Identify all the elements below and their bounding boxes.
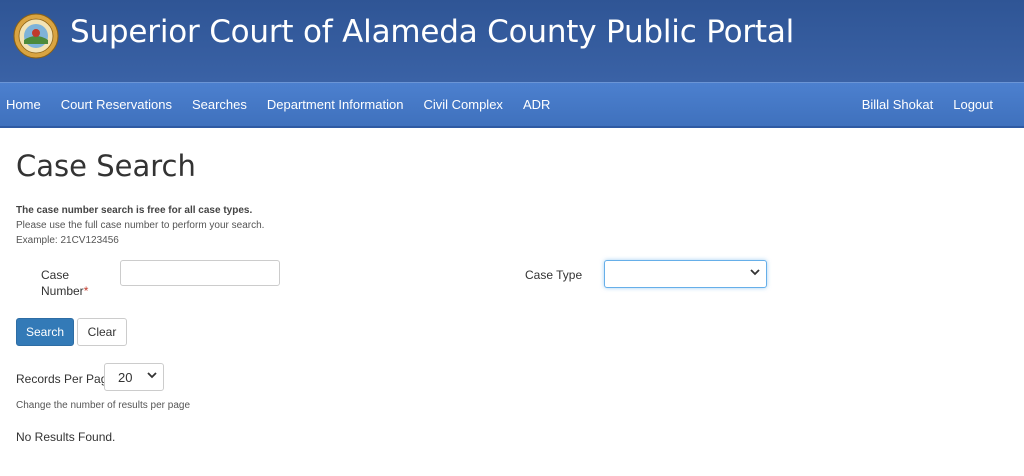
search-button[interactable]: Search [16, 318, 74, 346]
nav-adr[interactable]: ADR [513, 97, 560, 112]
no-results-message: No Results Found. [16, 430, 116, 444]
case-type-select[interactable] [604, 260, 767, 288]
chevron-down-icon [147, 372, 157, 379]
nav-user-name[interactable]: Billal Shokat [852, 97, 944, 112]
site-title: Superior Court of Alameda County Public … [70, 14, 795, 50]
site-header: Superior Court of Alameda County Public … [0, 0, 1024, 82]
clear-button[interactable]: Clear [77, 318, 127, 346]
nav-searches[interactable]: Searches [182, 97, 257, 112]
nav-department-information[interactable]: Department Information [257, 97, 414, 112]
nav-logout[interactable]: Logout [943, 97, 1024, 112]
case-number-label-text: Case Number [41, 268, 84, 298]
required-marker: * [83, 284, 89, 298]
instruction-note: Please use the full case number to perfo… [16, 220, 265, 231]
records-per-page-value: 20 [118, 370, 133, 385]
case-type-label: Case Type [525, 268, 583, 282]
free-search-note: The case number search is free for all c… [16, 205, 253, 216]
case-number-label: Case Number* [41, 267, 101, 299]
page-title: Case Search [16, 149, 196, 183]
nav-home[interactable]: Home [0, 97, 51, 112]
nav-civil-complex[interactable]: Civil Complex [413, 97, 512, 112]
chevron-down-icon [750, 269, 760, 276]
example-note: Example: 21CV123456 [16, 235, 119, 246]
records-per-page-select[interactable]: 20 [104, 363, 164, 391]
county-seal-icon [13, 13, 59, 59]
case-number-input[interactable] [120, 260, 280, 286]
main-navbar: Home Court Reservations Searches Departm… [0, 82, 1024, 128]
records-per-page-hint: Change the number of results per page [16, 400, 190, 411]
records-per-page-label: Records Per Page [16, 372, 115, 386]
nav-court-reservations[interactable]: Court Reservations [51, 97, 182, 112]
